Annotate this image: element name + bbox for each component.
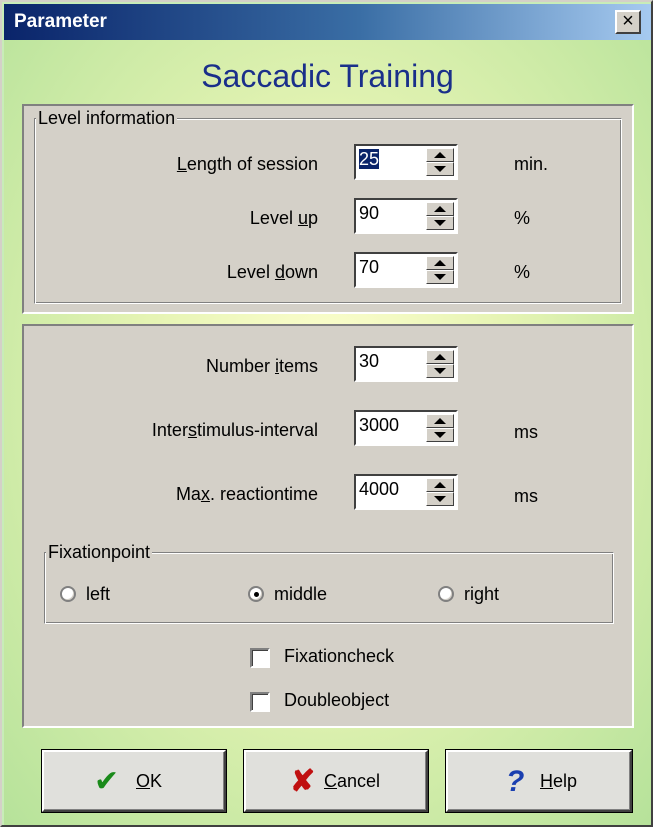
radio-left-circle[interactable] (60, 586, 76, 602)
help-button[interactable]: ? Help (446, 750, 632, 812)
level-down-value[interactable]: 70 (359, 257, 379, 277)
level-down-stepper[interactable]: 70 (354, 252, 458, 288)
number-items-label: Number items (205, 356, 318, 376)
arrow-up-icon (434, 418, 446, 424)
spin-up-button[interactable] (426, 202, 454, 216)
fixationcheck-checkbox[interactable] (250, 648, 270, 668)
doubleobject-label[interactable]: Doubleobject (284, 690, 389, 711)
level-up-spinner (426, 202, 454, 230)
level-information-legend: Level information (36, 108, 178, 129)
interstimulus-interval-label: Interstimulus-interval (151, 420, 318, 440)
window-title: Parameter (14, 11, 107, 32)
spin-down-button[interactable] (426, 364, 454, 378)
length-of-session-unit: min. (514, 154, 549, 174)
radio-right[interactable]: right (438, 584, 528, 606)
arrow-down-icon (434, 220, 446, 226)
fixationcheck-label[interactable]: Fixationcheck (284, 646, 394, 667)
level-up-value[interactable]: 90 (359, 203, 379, 223)
spin-down-button[interactable] (426, 428, 454, 442)
arrow-down-icon (434, 496, 446, 502)
arrow-up-icon (434, 206, 446, 212)
arrow-down-icon (434, 368, 446, 374)
radio-middle-circle[interactable] (248, 586, 264, 602)
arrow-down-icon (434, 432, 446, 438)
arrow-up-icon (434, 482, 446, 488)
number-items-spinner (426, 350, 454, 378)
spin-up-button[interactable] (426, 414, 454, 428)
doubleobject-checkbox[interactable] (250, 692, 270, 712)
max-reactiontime-spinner (426, 478, 454, 506)
spin-up-button[interactable] (426, 350, 454, 364)
question-icon: ? (506, 765, 525, 798)
spin-up-button[interactable] (426, 478, 454, 492)
fixationpoint-legend: Fixationpoint (46, 542, 153, 563)
radio-middle[interactable]: middle (248, 584, 358, 606)
arrow-down-icon (434, 274, 446, 280)
level-panel: Level information Length of session 25 m… (22, 104, 634, 314)
length-of-session-label: Length of session (176, 154, 318, 174)
radio-right-circle[interactable] (438, 586, 454, 602)
interstimulus-interval-unit: ms (514, 422, 538, 442)
spin-down-button[interactable] (426, 162, 454, 176)
max-reactiontime-label: Max. reactiontime (175, 484, 318, 504)
number-items-value[interactable]: 30 (359, 351, 379, 371)
length-of-session-value[interactable]: 25 (359, 149, 380, 169)
max-reactiontime-value[interactable]: 4000 (359, 479, 399, 499)
arrow-up-icon (434, 354, 446, 360)
checkmark-icon: ✔ (94, 765, 120, 798)
level-down-spinner (426, 256, 454, 284)
ok-button[interactable]: ✔ OK (42, 750, 226, 812)
length-of-session-stepper[interactable]: 25 (354, 144, 458, 180)
settings-panel: Number items 30 Interstimulus-interval 3… (22, 324, 634, 728)
dialog-heading: Saccadic Training (201, 58, 454, 94)
x-icon: ✘ (290, 765, 316, 798)
spin-up-button[interactable] (426, 148, 454, 162)
max-reactiontime-stepper[interactable]: 4000 (354, 474, 458, 510)
interstimulus-interval-spinner (426, 414, 454, 442)
level-down-label: Level down (226, 262, 318, 282)
radio-left[interactable]: left (60, 584, 140, 606)
arrow-up-icon (434, 152, 446, 158)
cancel-label: Cancel (324, 771, 381, 791)
radio-left-label: left (86, 584, 111, 604)
spin-down-button[interactable] (426, 270, 454, 284)
spin-up-button[interactable] (426, 256, 454, 270)
dialog-body: Saccadic Training Level information Leng… (4, 40, 651, 825)
level-information-group (34, 118, 622, 304)
number-items-stepper[interactable]: 30 (354, 346, 458, 382)
radio-selected-dot (254, 592, 259, 597)
interstimulus-interval-value[interactable]: 3000 (359, 415, 399, 435)
arrow-up-icon (434, 260, 446, 266)
parameter-dialog: Parameter × Saccadic Training Level info… (0, 0, 653, 827)
radio-right-label: right (464, 584, 500, 604)
spin-down-button[interactable] (426, 216, 454, 230)
cancel-button[interactable]: ✘ Cancel (244, 750, 428, 812)
close-icon: × (622, 10, 634, 32)
level-up-unit: % (514, 208, 531, 228)
arrow-down-icon (434, 166, 446, 172)
length-of-session-spinner (426, 148, 454, 176)
spin-down-button[interactable] (426, 492, 454, 506)
level-up-stepper[interactable]: 90 (354, 198, 458, 234)
ok-label: OK (136, 771, 163, 791)
radio-middle-label: middle (274, 584, 328, 604)
title-bar[interactable]: Parameter × (4, 4, 651, 40)
interstimulus-interval-stepper[interactable]: 3000 (354, 410, 458, 446)
max-reactiontime-unit: ms (514, 486, 538, 506)
level-down-unit: % (514, 262, 531, 282)
close-button[interactable]: × (615, 10, 641, 34)
level-up-label: Level up (249, 208, 318, 228)
help-label: Help (540, 771, 578, 791)
